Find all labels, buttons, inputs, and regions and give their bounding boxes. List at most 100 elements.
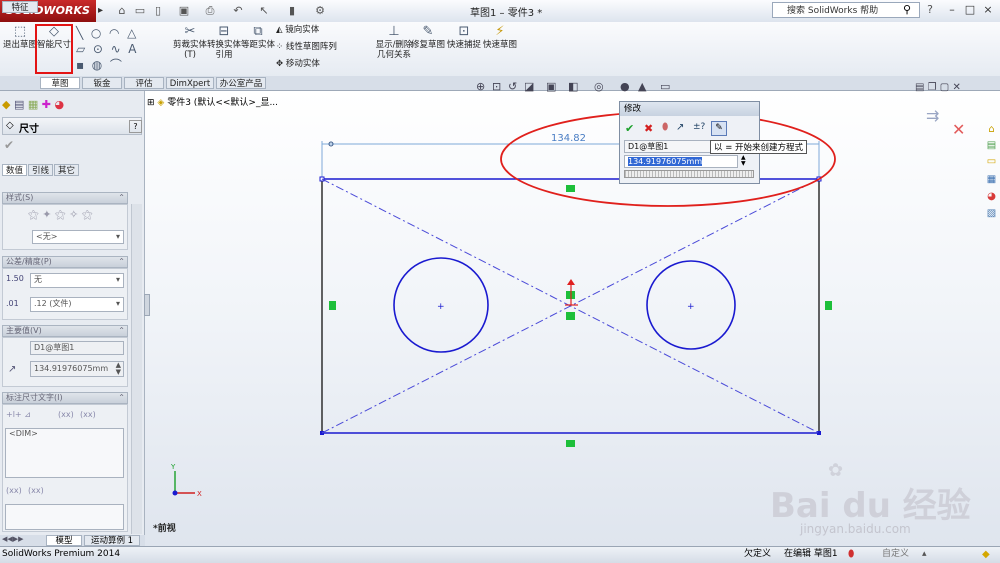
tab-model[interactable]: 模型 — [46, 535, 82, 546]
repair-sketch-button[interactable]: ✎ 修复草图 — [410, 24, 446, 50]
rebuild-status-icon[interactable]: ⬮ — [848, 547, 854, 562]
print-icon[interactable]: ⎙ — [202, 3, 218, 18]
exit-sketch-button[interactable]: ⬚ 退出草图 — [2, 24, 38, 50]
tab-features[interactable]: 特征 — [2, 1, 38, 13]
modify-spinner[interactable]: ▲ ▼ — [741, 155, 750, 168]
arc-icon[interactable]: ◠ — [109, 26, 119, 40]
modify-cancel-icon[interactable]: ✖ — [644, 122, 653, 135]
rectangle-icon[interactable]: ▱ — [76, 42, 85, 56]
rapid-sketch-button[interactable]: ⚡ 快速草图 — [482, 24, 518, 50]
save-icon[interactable]: ▣ — [176, 3, 192, 18]
search-icon[interactable]: ⚲ — [896, 2, 918, 18]
style-group-header[interactable]: 样式(S) ⌃ — [2, 192, 128, 204]
dimension-name-field[interactable]: D1@草图1 — [30, 341, 124, 355]
tab-sheet-metal[interactable]: 钣金 — [82, 77, 122, 89]
dim-text-tag-4[interactable]: (xx) — [28, 486, 44, 495]
style-apply-icon[interactable]: ⚝ — [28, 208, 39, 221]
polygon-icon[interactable]: △ — [127, 26, 136, 40]
undo-icon[interactable]: ↶ — [230, 3, 246, 18]
text-icon[interactable]: A — [128, 42, 136, 56]
modify-value-input[interactable]: 134.91976075mm — [624, 155, 738, 168]
config-manager-icon[interactable]: ▦ — [28, 98, 38, 111]
dim-text-area[interactable]: <DIM> — [5, 428, 124, 478]
plane-icon[interactable]: ◍ — [92, 58, 102, 72]
tab-last-icon[interactable]: ▶ — [18, 535, 23, 543]
tab-office[interactable]: 办公室产品 — [216, 77, 266, 89]
primary-value-group-header[interactable]: 主要值(V) ⌃ — [2, 325, 128, 337]
horizontal-relation-bottom[interactable] — [566, 440, 575, 447]
vertical-relation-left[interactable] — [329, 301, 336, 310]
maximize-button[interactable]: □ — [962, 2, 978, 18]
circle-icon[interactable]: ○ — [91, 26, 101, 40]
linear-pattern-button[interactable]: ⁘ 线性草图阵列 — [276, 42, 337, 53]
midpoint-relation-2[interactable] — [566, 312, 575, 320]
panel-help-button[interactable]: ? — [129, 120, 142, 133]
offset-button[interactable]: ⧉ 等距实体 — [240, 24, 276, 50]
point-icon[interactable]: ▪ — [76, 58, 84, 72]
primary-value-field[interactable]: 134.91976075mm ▲ ▼ — [30, 361, 124, 377]
units-dropdown-icon[interactable]: ▴ — [922, 547, 927, 562]
modify-reset-icon[interactable]: ↗ — [676, 122, 684, 133]
new-icon[interactable]: ▭ — [132, 3, 148, 18]
display-manager-icon[interactable]: ◕ — [55, 98, 65, 111]
dim-text-tag-2[interactable]: (xx) — [80, 410, 96, 419]
modify-increment-icon[interactable]: ±? — [693, 122, 705, 132]
mirror-button[interactable]: ◭ 镜向实体 — [276, 25, 319, 36]
dimension-label[interactable]: 134.82 — [551, 133, 586, 144]
style-save-icon[interactable]: ⚝ — [82, 208, 93, 221]
property-manager-icon[interactable]: ▤ — [14, 98, 24, 111]
dimxpert-icon[interactable]: ✚ — [42, 98, 51, 111]
close-button[interactable]: × — [980, 2, 996, 18]
trim-button[interactable]: ✂ 剪裁实体(T) — [172, 24, 208, 60]
tab-sketch[interactable]: 草图 — [40, 77, 80, 89]
tab-other[interactable]: 其它 — [54, 164, 79, 176]
fillet-icon[interactable]: ⌒ — [110, 58, 122, 72]
minimize-button[interactable]: – — [944, 2, 960, 18]
modify-rebuild-icon[interactable]: ⬮ — [662, 122, 668, 133]
style-update-icon[interactable]: ⚝ — [55, 208, 66, 221]
tooltip-toggle-icon[interactable]: ◆ — [982, 547, 990, 562]
modify-ok-icon[interactable]: ✔ — [625, 122, 634, 135]
help-icon[interactable]: ? — [922, 2, 938, 17]
open-icon[interactable]: ▯ — [150, 3, 166, 18]
tab-leaders[interactable]: 引线 — [28, 164, 53, 176]
spline-icon[interactable]: ∿ — [111, 42, 121, 56]
align-angle-icon[interactable]: ⊿ — [24, 410, 31, 419]
move-entities-button[interactable]: ✥ 移动实体 — [276, 59, 320, 70]
convert-entities-button[interactable]: ⊟ 转换实体引用 — [206, 24, 242, 60]
align-left-icon[interactable]: +l+ — [6, 410, 22, 419]
panel-scrollbar[interactable] — [131, 204, 142, 534]
show-delete-relations-button[interactable]: ⊥ 显示/删除几何关系 — [374, 24, 414, 60]
select-icon[interactable]: ↖ — [256, 3, 272, 18]
ok-check-icon[interactable]: ✔ — [4, 138, 14, 152]
style-add-icon[interactable]: ✦ — [42, 208, 51, 221]
modify-dialog-titlebar[interactable]: 修改 — [620, 102, 759, 116]
dim-text-tag-3[interactable]: (xx) — [6, 486, 22, 495]
rebuild-icon[interactable]: ▮ — [284, 3, 300, 18]
spinner-icon[interactable]: ▲ ▼ — [116, 362, 121, 376]
menu-arrow-icon[interactable]: ▸ — [98, 3, 110, 18]
modify-equation-icon[interactable]: ✎ — [711, 121, 727, 136]
feature-tree-icon[interactable]: ◆ — [2, 98, 10, 111]
tolerance-group-header[interactable]: 公差/精度(P) ⌃ — [2, 256, 128, 268]
style-load-icon[interactable]: ✧ — [69, 208, 78, 221]
tolerance-select[interactable]: 无 ▾ — [30, 273, 124, 288]
tab-evaluate[interactable]: 评估 — [124, 77, 164, 89]
slot-icon[interactable]: ⊙ — [93, 42, 103, 56]
dim-text-tag-1[interactable]: (xx) — [58, 410, 74, 419]
dim-text-lower-field[interactable] — [5, 504, 124, 530]
quick-snaps-button[interactable]: ⊡ 快速捕捉 — [446, 24, 482, 50]
horizontal-relation-top[interactable] — [566, 185, 575, 192]
options-icon[interactable]: ⚙ — [312, 3, 328, 18]
tab-value[interactable]: 数值 — [2, 164, 27, 176]
tab-motion-study[interactable]: 运动算例 1 — [84, 535, 140, 546]
tab-dimxpert[interactable]: DimXpert — [166, 77, 214, 89]
status-custom[interactable]: 自定义 — [882, 547, 909, 562]
dim-text-group-header[interactable]: 标注尺寸文字(I) ⌃ — [2, 392, 128, 404]
home-icon[interactable]: ⌂ — [114, 3, 130, 18]
modify-thumbwheel[interactable] — [624, 170, 754, 178]
precision-select[interactable]: .12 (文件) ▾ — [30, 297, 124, 312]
line-icon[interactable]: ╲ — [76, 26, 83, 40]
vertical-relation-right[interactable] — [825, 301, 832, 310]
style-select[interactable]: <无> ▾ — [32, 230, 124, 244]
